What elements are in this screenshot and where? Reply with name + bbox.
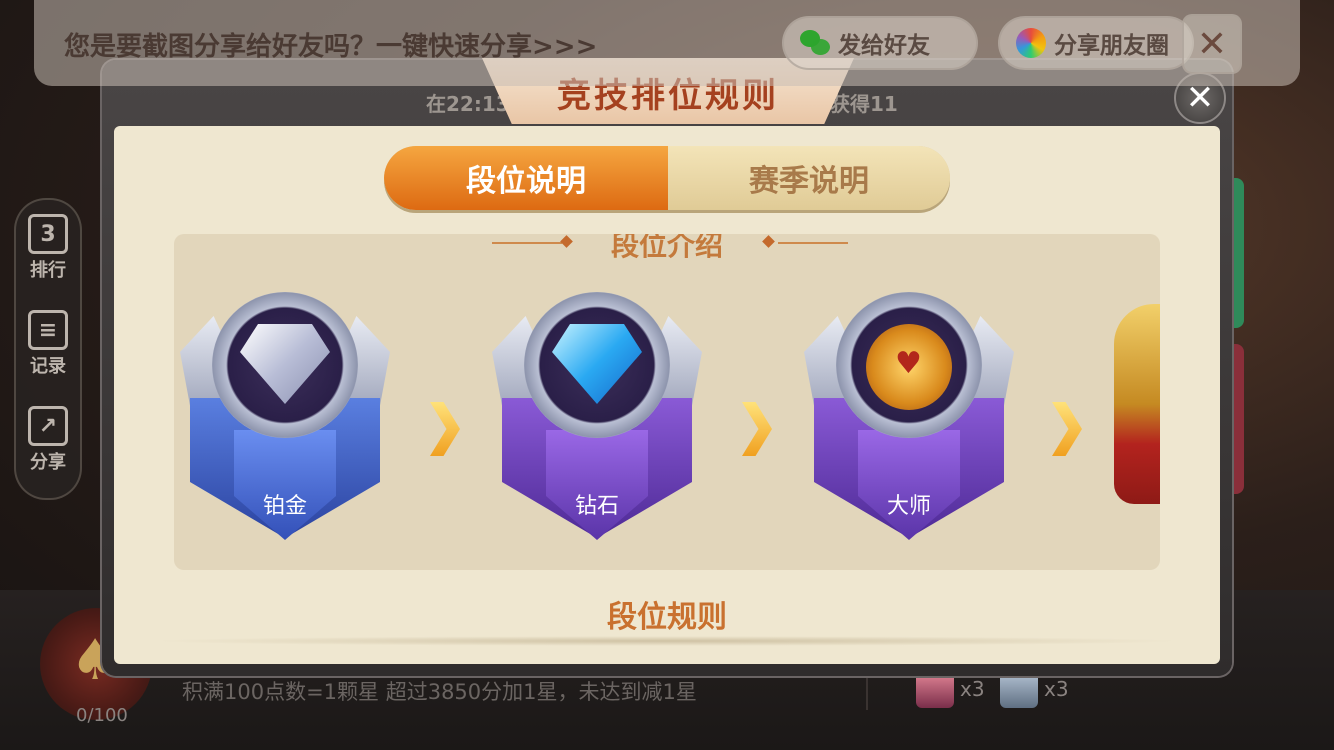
ranking-icon: 3 <box>28 214 68 254</box>
share-close-button[interactable]: ✕ <box>1182 14 1242 74</box>
rank-name: 铂金 <box>262 494 307 519</box>
side-menu-label: 排行 <box>30 260 66 281</box>
chevron-right-icon <box>1052 402 1082 456</box>
badge-shield-inner <box>858 430 960 540</box>
side-menu-records-button[interactable]: ≡ 记录 <box>22 304 74 384</box>
background-rule-text: 积满100点数=1颗星 超过3850分加1星，未达到减1星 <box>182 680 697 704</box>
rank-name: 钻石 <box>574 494 619 519</box>
wechat-icon <box>800 30 830 56</box>
section-title-rank-rules: 段位规则 <box>607 600 727 635</box>
section-divider-right <box>778 242 848 244</box>
item-count: x3 <box>1044 677 1069 701</box>
side-menu-label: 分享 <box>30 452 66 473</box>
share-moments-button[interactable]: 分享朋友圈 <box>998 16 1194 70</box>
rank-badge-diamond: 钻石 <box>490 290 704 540</box>
dialog-tabs: 段位说明 赛季说明 <box>384 146 950 210</box>
side-menu-ranking-button[interactable]: 3 排行 <box>22 208 74 288</box>
section-title-rank-intro: 段位介绍 <box>610 234 723 262</box>
send-to-friend-button[interactable]: 发给好友 <box>782 16 978 70</box>
scroll-fade <box>150 636 1184 646</box>
tab-rank-description[interactable]: 段位说明 <box>384 146 668 210</box>
share-icon: ↗ <box>28 406 68 446</box>
side-menu: 3 排行 ≡ 记录 ↗ 分享 <box>14 198 82 500</box>
records-icon: ≡ <box>28 310 68 350</box>
rank-badge-master: ♥ 大师 <box>802 290 1016 540</box>
moments-icon <box>1016 28 1046 58</box>
master-medal-icon: ♥ <box>866 324 952 410</box>
send-to-friend-label: 发给好友 <box>838 33 930 59</box>
share-prompt-text: 您是要截图分享给好友吗？一键快速分享>>> <box>64 32 598 62</box>
close-icon: ✕ <box>1196 23 1228 65</box>
rank-intro-panel[interactable]: 段位介绍 铂金 钻石 ♥ 大师 <box>174 234 1160 570</box>
item-count: x3 <box>960 677 985 701</box>
rank-badge-platinum: 铂金 <box>178 290 392 540</box>
rank-badge-next-partial <box>1114 304 1160 504</box>
rank-name: 大师 <box>886 494 931 519</box>
screenshot-share-banner: 您是要截图分享给好友吗？一键快速分享>>> 发给好友 分享朋友圈 ✕ <box>34 0 1300 86</box>
side-menu-label: 记录 <box>30 356 66 377</box>
share-moments-label: 分享朋友圈 <box>1054 33 1169 59</box>
chevron-right-icon <box>742 402 772 456</box>
chevron-right-icon <box>430 402 460 456</box>
tab-season-description[interactable]: 赛季说明 <box>668 146 950 210</box>
badge-shield-inner <box>234 430 336 540</box>
badge-shield-inner <box>546 430 648 540</box>
side-menu-share-button[interactable]: ↗ 分享 <box>22 400 74 480</box>
background-progress-text: 0/100 <box>76 705 128 726</box>
